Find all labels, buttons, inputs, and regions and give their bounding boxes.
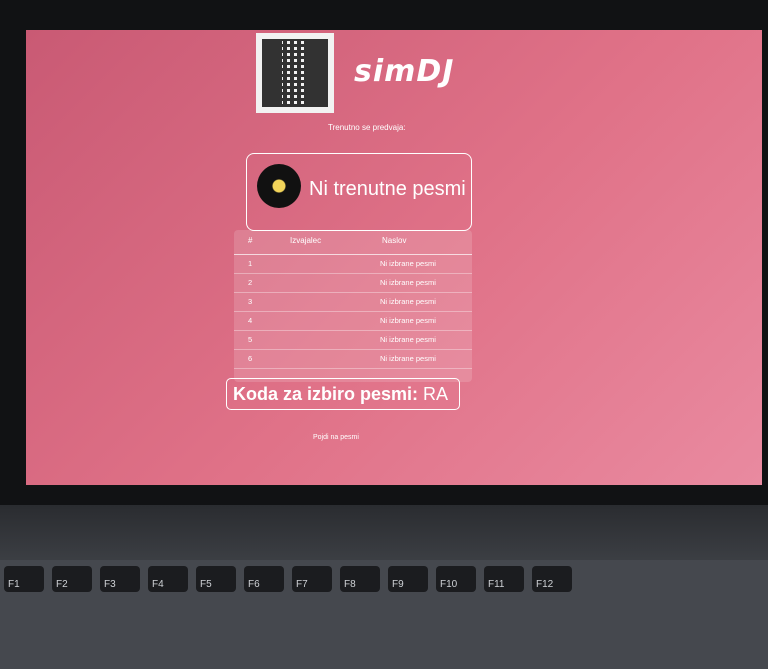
- key-f5[interactable]: F5: [196, 566, 236, 592]
- go-to-songs-link[interactable]: Pojdi na pesmi: [313, 434, 359, 441]
- key-f9[interactable]: F9: [388, 566, 428, 592]
- key-f6[interactable]: F6: [244, 566, 284, 592]
- table-row: 4 Ni izbrane pesmi: [234, 312, 472, 331]
- row-title: Ni izbrane pesmi: [380, 335, 436, 344]
- row-number: 2: [248, 278, 253, 287]
- col-artist: Izvajalec: [290, 236, 322, 245]
- row-number: 6: [248, 354, 253, 363]
- qr-pattern: [262, 39, 328, 107]
- now-playing-label: Trenutno se predvaja:: [328, 123, 406, 132]
- row-number: 5: [248, 335, 253, 344]
- key-f4[interactable]: F4: [148, 566, 188, 592]
- row-title: Ni izbrane pesmi: [380, 297, 436, 306]
- table-row: 2 Ni izbrane pesmi: [234, 274, 472, 293]
- key-f2[interactable]: F2: [52, 566, 92, 592]
- key-f3[interactable]: F3: [100, 566, 140, 592]
- keyboard-deck: F1 F2 F3 F4 F5 F6 F7 F8 F9 F10 F11 F12: [0, 560, 768, 669]
- table-row: 1 Ni izbrane pesmi: [234, 255, 472, 274]
- table-row: 6 Ni izbrane pesmi: [234, 350, 472, 369]
- key-f10[interactable]: F10: [436, 566, 476, 592]
- song-queue-table: # Izvajalec Naslov 1 Ni izbrane pesmi 2 …: [234, 230, 472, 382]
- brand-logo: simDJ: [354, 54, 455, 89]
- song-code-label: Koda za izbiro pesmi:: [233, 384, 419, 404]
- row-number: 1: [248, 259, 253, 268]
- now-playing-card: Ni trenutne pesmi: [246, 153, 472, 231]
- key-f1[interactable]: F1: [4, 566, 44, 592]
- table-header: # Izvajalec Naslov: [234, 230, 472, 255]
- laptop-screen: simDJ Trenutno se predvaja: Ni trenutne …: [26, 30, 762, 485]
- row-number: 3: [248, 297, 253, 306]
- key-f7[interactable]: F7: [292, 566, 332, 592]
- row-title: Ni izbrane pesmi: [380, 354, 436, 363]
- row-title: Ni izbrane pesmi: [380, 316, 436, 325]
- row-title: Ni izbrane pesmi: [380, 278, 436, 287]
- key-f11[interactable]: F11: [484, 566, 524, 592]
- row-title: Ni izbrane pesmi: [380, 259, 436, 268]
- qr-code: [256, 33, 334, 113]
- laptop-hinge: [0, 505, 768, 565]
- col-title: Naslov: [382, 236, 407, 245]
- row-number: 4: [248, 316, 253, 325]
- simdj-app: simDJ Trenutno se predvaja: Ni trenutne …: [26, 30, 762, 485]
- table-row: 5 Ni izbrane pesmi: [234, 331, 472, 350]
- song-code-box: Koda za izbiro pesmi: RA: [226, 378, 460, 410]
- key-f8[interactable]: F8: [340, 566, 380, 592]
- now-playing-title: Ni trenutne pesmi: [309, 178, 466, 200]
- table-row: 3 Ni izbrane pesmi: [234, 293, 472, 312]
- song-code-value: RA: [423, 384, 449, 404]
- col-number: #: [248, 236, 253, 245]
- vinyl-record-icon: [257, 164, 301, 208]
- key-f12[interactable]: F12: [532, 566, 572, 592]
- function-key-row: F1 F2 F3 F4 F5 F6 F7 F8 F9 F10 F11 F12: [0, 566, 768, 592]
